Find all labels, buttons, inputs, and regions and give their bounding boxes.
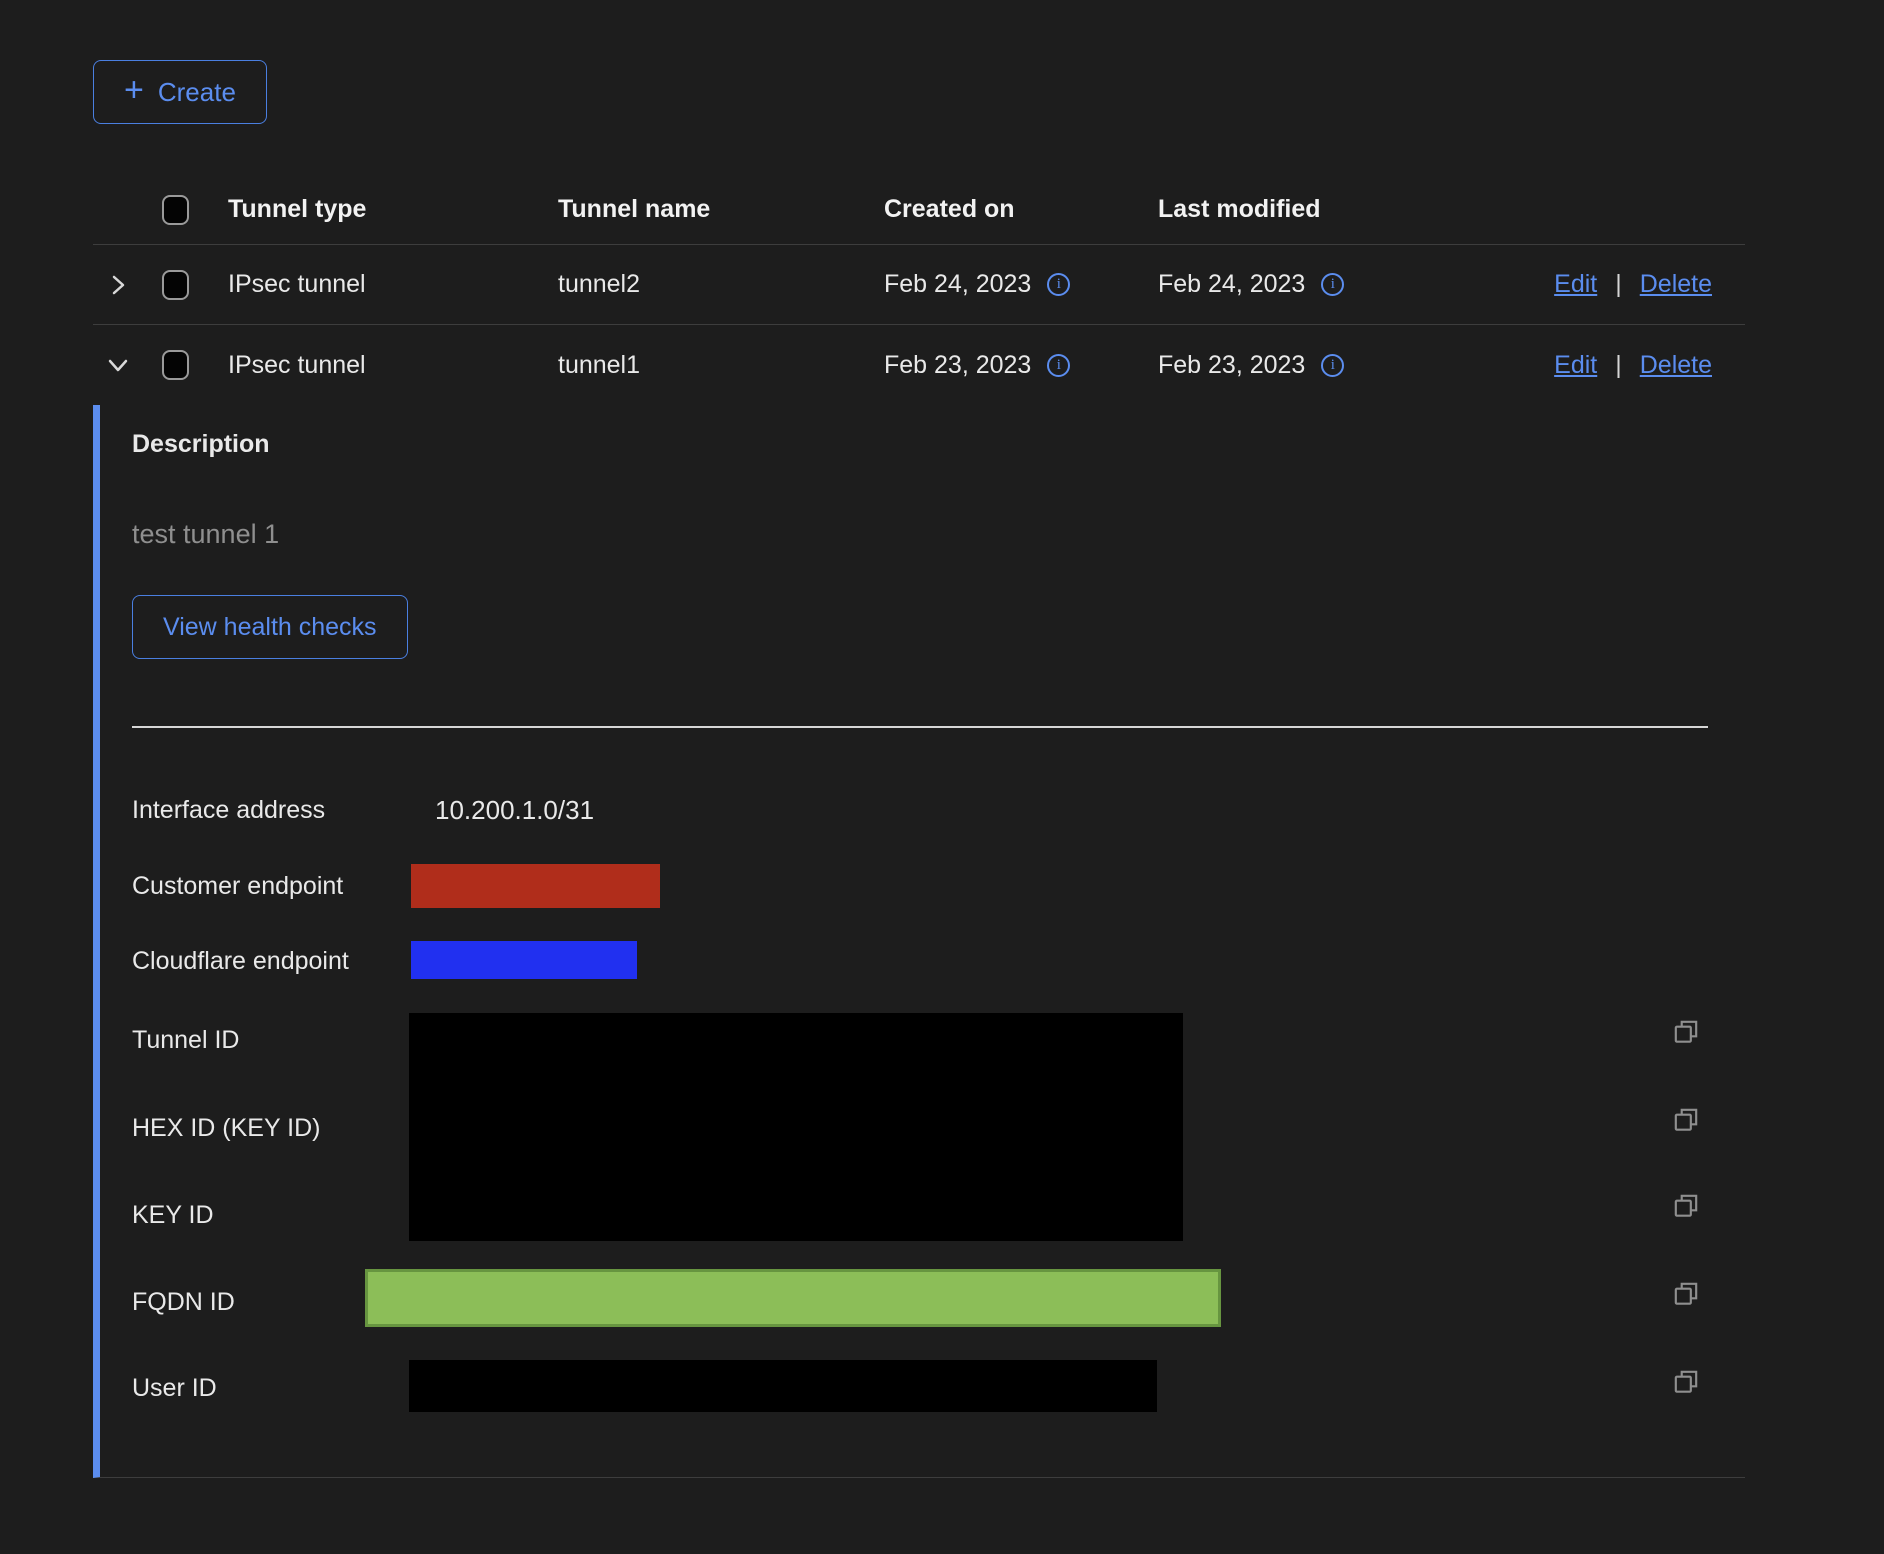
- copy-icon[interactable]: [1670, 1017, 1702, 1049]
- action-separator: |: [1615, 351, 1622, 380]
- create-button[interactable]: + Create: [93, 60, 267, 124]
- row-checkbox[interactable]: [162, 350, 189, 380]
- header-created-on: Created on: [884, 195, 1158, 224]
- edit-link[interactable]: Edit: [1554, 351, 1597, 380]
- copy-icon[interactable]: [1670, 1367, 1702, 1399]
- create-button-label: Create: [158, 77, 236, 108]
- description-label: Description: [132, 429, 270, 459]
- action-separator: |: [1615, 270, 1622, 299]
- cloudflare-endpoint-label: Cloudflare endpoint: [132, 946, 349, 976]
- expanded-tunnel-details: Description test tunnel 1 View health ch…: [93, 405, 1745, 1478]
- tunnels-page: + Create Tunnel type Tunnel name Created…: [93, 0, 1745, 1478]
- hex-id-label: HEX ID (KEY ID): [132, 1113, 320, 1143]
- created-on-value: Feb 24, 2023: [884, 270, 1031, 299]
- info-icon[interactable]: i: [1321, 273, 1344, 296]
- user-id-label: User ID: [132, 1373, 217, 1403]
- last-modified-value: Feb 23, 2023: [1158, 351, 1305, 380]
- select-all-checkbox[interactable]: [162, 195, 189, 225]
- cloudflare-endpoint-redacted-value: [411, 941, 637, 979]
- fqdn-id-label: FQDN ID: [132, 1287, 235, 1317]
- customer-endpoint-label: Customer endpoint: [132, 871, 343, 901]
- tunnels-table: Tunnel type Tunnel name Created on Last …: [93, 175, 1745, 1478]
- section-divider: [132, 726, 1708, 728]
- tunnel-id-label: Tunnel ID: [132, 1025, 239, 1055]
- key-id-label: KEY ID: [132, 1200, 214, 1230]
- interface-address-value: 10.200.1.0/31: [435, 795, 594, 826]
- edit-link[interactable]: Edit: [1554, 270, 1597, 299]
- copy-icon[interactable]: [1670, 1191, 1702, 1223]
- tunnel-name-value: tunnel2: [558, 270, 884, 299]
- tunnel-type-value: IPsec tunnel: [228, 351, 558, 380]
- row-checkbox[interactable]: [162, 270, 189, 300]
- header-last-modified: Last modified: [1158, 195, 1540, 224]
- table-row: IPsec tunnel tunnel2 Feb 24, 2023 i Feb …: [93, 245, 1745, 325]
- tunnel-name-value: tunnel1: [558, 351, 884, 380]
- created-on-value: Feb 23, 2023: [884, 351, 1031, 380]
- info-icon[interactable]: i: [1047, 273, 1070, 296]
- chevron-down-icon[interactable]: [103, 350, 133, 380]
- description-value: test tunnel 1: [132, 519, 279, 550]
- last-modified-value: Feb 24, 2023: [1158, 270, 1305, 299]
- copy-icon[interactable]: [1670, 1105, 1702, 1137]
- header-tunnel-type: Tunnel type: [228, 195, 558, 224]
- delete-link[interactable]: Delete: [1640, 270, 1712, 299]
- table-header-row: Tunnel type Tunnel name Created on Last …: [93, 175, 1745, 245]
- info-icon[interactable]: i: [1321, 354, 1344, 377]
- tunnel-hex-key-ids-redacted-value: [409, 1013, 1183, 1241]
- fqdn-id-redacted-value: [365, 1269, 1221, 1327]
- delete-link[interactable]: Delete: [1640, 351, 1712, 380]
- info-icon[interactable]: i: [1047, 354, 1070, 377]
- plus-icon: +: [124, 73, 144, 107]
- view-health-checks-button[interactable]: View health checks: [132, 595, 408, 659]
- chevron-right-icon[interactable]: [103, 270, 133, 300]
- table-row: IPsec tunnel tunnel1 Feb 23, 2023 i Feb …: [93, 325, 1745, 405]
- header-tunnel-name: Tunnel name: [558, 195, 884, 224]
- customer-endpoint-redacted-value: [411, 864, 660, 908]
- user-id-redacted-value: [409, 1360, 1157, 1412]
- tunnel-type-value: IPsec tunnel: [228, 270, 558, 299]
- copy-icon[interactable]: [1670, 1279, 1702, 1311]
- interface-address-label: Interface address: [132, 795, 325, 825]
